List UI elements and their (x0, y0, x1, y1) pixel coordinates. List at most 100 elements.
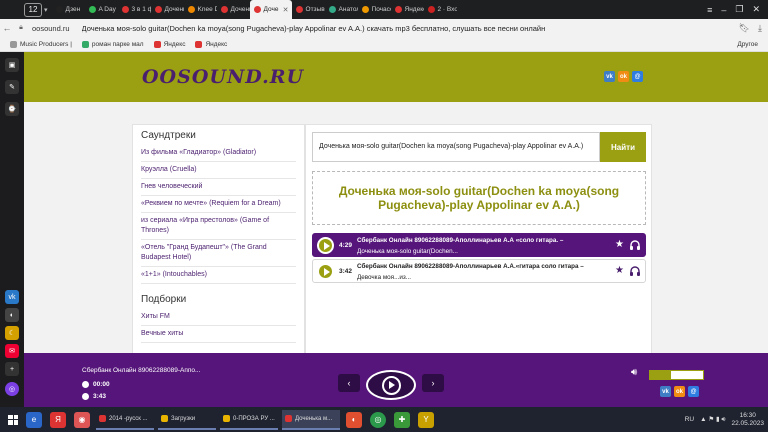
track-subtitle[interactable]: Девочка моя...из... (357, 274, 607, 281)
page-title-text[interactable]: Доченька моя-solo guitar(Dochen ka moya(… (82, 24, 739, 33)
taskbar-app-icon[interactable]: ✚ (394, 411, 410, 428)
sidebar-link[interactable]: «Реквием по мечте» (Requiem for a Dream) (141, 196, 296, 213)
sidebar-app-icon[interactable]: ✎ (5, 80, 19, 94)
taskbar-window[interactable]: Доченька м... (282, 409, 340, 430)
window-icon (161, 415, 168, 422)
lock-icon[interactable]: 🔒︎ (14, 24, 28, 32)
taskbar-app-icon[interactable]: Y (418, 411, 434, 428)
clock-icon (82, 381, 89, 388)
close-icon[interactable]: ✕ (752, 4, 760, 15)
tab-count-button[interactable]: 12 (24, 2, 42, 17)
restore-icon[interactable]: ❐ (735, 4, 743, 15)
taskbar-chrome-icon[interactable]: ◎ (370, 411, 386, 428)
browser-tab[interactable]: 2 · Вход (424, 0, 457, 19)
search-input[interactable]: Доченька моя-solo guitar(Dochen ka moya(… (312, 132, 600, 162)
tray-clock[interactable]: 16:30 22.05.2023 (731, 412, 764, 428)
next-button[interactable]: › (422, 374, 444, 392)
browser-tab[interactable]: Яндекс (391, 0, 424, 19)
play-button[interactable] (366, 370, 416, 400)
vk-share-icon[interactable]: vk (604, 71, 615, 82)
taskbar-app-icon[interactable]: ◉ (74, 411, 90, 428)
menu-icon[interactable]: ≡ (707, 5, 712, 15)
mailru-share-icon[interactable]: @ (632, 71, 643, 82)
mailru-share-icon[interactable]: @ (688, 386, 699, 397)
sidebar-app-icon[interactable]: ▣ (5, 58, 19, 72)
browser-tab[interactable]: Отзыв (292, 0, 325, 19)
browser-tab[interactable]: Knee De (184, 0, 217, 19)
sidebar-link[interactable]: Хиты FM (141, 309, 296, 326)
search-button[interactable]: Найти (600, 132, 646, 162)
sidebar-link[interactable]: «1+1» (Intouchables) (141, 267, 296, 284)
prev-button[interactable]: ‹ (338, 374, 360, 392)
player-current-time: 00:00 (82, 381, 110, 388)
sidebar-link[interactable]: из сериала «Игра престолов» (Game of Thr… (141, 213, 296, 240)
minimize-icon[interactable]: – (721, 5, 726, 15)
start-button[interactable] (4, 407, 22, 432)
headphones-icon[interactable] (629, 239, 641, 251)
volume-slider[interactable] (649, 370, 704, 380)
sidebar-app-icon[interactable]: ⌚ (5, 102, 19, 116)
sidebar-app-icon[interactable]: ◐ (5, 308, 19, 322)
language-indicator[interactable]: RU (685, 416, 694, 423)
browser-tab[interactable]: 3 в 1 ф (118, 0, 151, 19)
tab-favicon-icon (55, 6, 63, 13)
track-title[interactable]: Сбербанк Онлайн 89062288089-Аполлинарьев… (357, 263, 607, 270)
vk-share-icon[interactable]: vk (660, 386, 671, 397)
mail-icon[interactable]: ✉ (5, 344, 19, 358)
tray-icons[interactable]: ▲ ⚑ ▮ 🔊︎ (700, 415, 725, 424)
favorite-star-icon[interactable]: ★ (615, 265, 624, 276)
volume-fill (650, 371, 672, 379)
ok-share-icon[interactable]: ok (674, 386, 685, 397)
bookmark-icon[interactable]: 🔖︎ (739, 23, 750, 34)
bookmark-item[interactable]: Music Producers | (10, 40, 72, 48)
url-text[interactable]: oosound.ru (32, 24, 70, 33)
tab-label: Яндекс (404, 6, 424, 13)
taskbar-window[interactable]: 0-ПРОЗА РУ ... (220, 410, 278, 430)
sidebar-link[interactable]: Вечные хиты (141, 326, 296, 343)
sidebar-link[interactable]: «Отель "Гранд Будапешт"» (The Grand Buda… (141, 240, 296, 267)
site-logo[interactable]: OOSOUND.RU (142, 66, 304, 88)
bookmarks-other[interactable]: Другое (737, 41, 758, 48)
track-play-button[interactable] (317, 237, 334, 254)
sidebar-app-icon[interactable]: ☾ (5, 326, 19, 340)
ok-share-icon[interactable]: ok (618, 71, 629, 82)
back-icon[interactable]: ← (0, 23, 14, 33)
taskbar-app-icon[interactable]: ◐ (346, 411, 362, 428)
headphones-icon[interactable] (629, 265, 641, 277)
tab-favicon-icon (295, 6, 303, 13)
volume-icon[interactable]: 🔊︎ (631, 367, 637, 378)
track-item[interactable]: 4:29 Сбербанк Онлайн 89062288089-Аполлина… (312, 233, 646, 257)
track-item[interactable]: 3:42 Сбербанк Онлайн 89062288089-Аполлина… (312, 259, 646, 283)
track-play-button[interactable] (317, 263, 334, 280)
taskbar-window[interactable]: 2014 -русск ... (96, 410, 154, 430)
browser-tab[interactable]: Доченьк (217, 0, 250, 19)
sidebar-link[interactable]: Круэлла (Cruella) (141, 162, 296, 179)
browser-tab[interactable]: A Day b (85, 0, 118, 19)
browser-tab[interactable]: Почасо (358, 0, 391, 19)
bookmark-item[interactable]: Яндекс (195, 40, 227, 48)
browser-tab[interactable]: Дзен (52, 0, 85, 19)
browser-tab[interactable]: Анатол (325, 0, 358, 19)
add-icon[interactable]: + (5, 362, 19, 376)
tab-favicon-icon (328, 6, 336, 13)
track-title[interactable]: Сбербанк Онлайн 89062288089-Аполлинарьев… (357, 237, 607, 244)
taskbar-ie-icon[interactable]: e (26, 411, 42, 428)
browser-tab[interactable]: Доче ✕ (249, 0, 292, 19)
track-subtitle[interactable]: Доченька моя-solo guitar(Dochen... (357, 248, 607, 255)
chevron-down-icon[interactable]: ▾ (44, 6, 48, 14)
browser-tab[interactable]: Доченьк (151, 0, 184, 19)
window-icon (99, 415, 106, 422)
site-header: OOSOUND.RU vk ok @ (24, 52, 768, 102)
download-icon[interactable]: ⤓ (758, 23, 762, 34)
favorite-star-icon[interactable]: ★ (615, 239, 624, 250)
close-tab-icon[interactable]: ✕ (283, 6, 289, 14)
bookmark-item[interactable]: Яндекс (153, 40, 185, 48)
taskbar-window[interactable]: Загрузки (158, 410, 216, 430)
tab-favicon-icon (361, 6, 369, 13)
bookmark-item[interactable]: роман парке мал (81, 40, 144, 48)
alice-icon[interactable]: ◎ (5, 382, 19, 396)
taskbar-yandex-icon[interactable]: Я (50, 411, 66, 428)
sidebar-link[interactable]: Гнев человеческий (141, 179, 296, 196)
vk-icon[interactable]: vk (5, 290, 19, 304)
sidebar-link[interactable]: Из фильма «Гладиатор» (Gladiator) (141, 145, 296, 162)
